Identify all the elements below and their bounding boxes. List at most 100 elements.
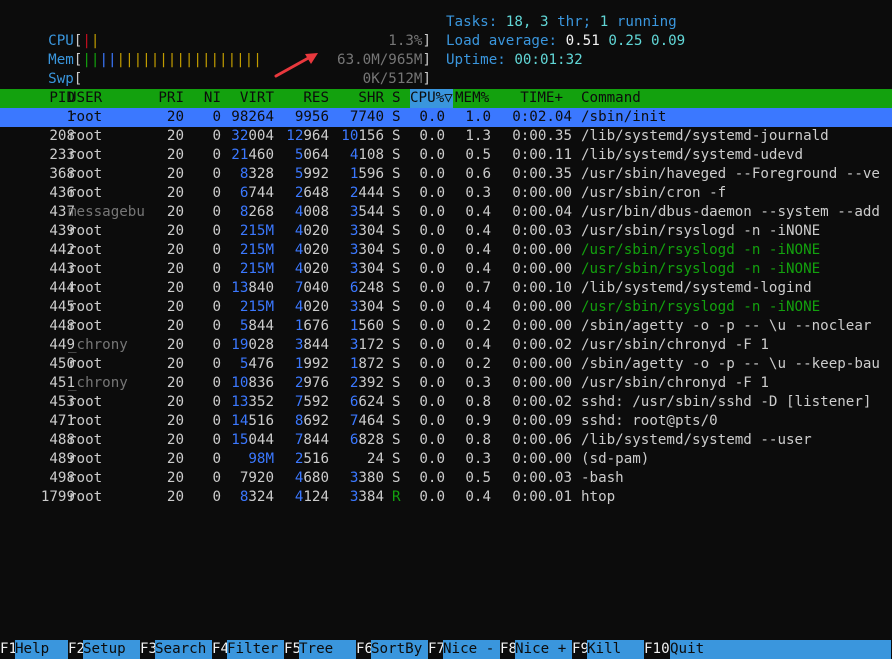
process-nice: 0 (212, 223, 221, 239)
column-shr[interactable]: SHR (358, 89, 384, 108)
process-res: 9956 (295, 108, 329, 127)
process-shr-units: 872 (358, 356, 384, 372)
process-virt-units: 004 (248, 128, 274, 144)
process-command: sshd: /usr/sbin/sshd -D [listener] (581, 394, 872, 410)
process-mem: 0.6 (465, 166, 491, 182)
function-key-label-f2[interactable]: Setup (83, 640, 140, 659)
process-virt-units: 476 (248, 356, 274, 372)
process-row[interactable]: 233 root 20 0 21460 5064 4108 S 0.0 0.5 0:00.11/li… (0, 146, 892, 165)
column-ni[interactable]: NI (204, 89, 221, 108)
column-user[interactable]: USER (68, 89, 102, 108)
process-mem: 0.3 (465, 451, 491, 467)
tasks-label: Tasks: (446, 14, 498, 30)
process-row[interactable]: 450 root 20 0 5476 1992 1872 S 0.0 0.2 0:00.00/sbi… (0, 355, 892, 374)
function-key-label-f9[interactable]: Kill (587, 640, 644, 659)
function-key-label-f1[interactable]: Help (15, 640, 68, 659)
process-shr: 6624 (350, 393, 384, 412)
process-nice: 0 (212, 147, 221, 163)
function-key-label-f4[interactable]: Filter (227, 640, 284, 659)
process-res-units: 844 (303, 432, 329, 448)
load-average-label: Load average: (446, 33, 558, 49)
process-nice: 0 (212, 280, 221, 296)
process-state: S (392, 413, 401, 429)
process-mem: 0.8 (465, 394, 491, 410)
column-cpu-sorted[interactable]: CPU%▽ (410, 89, 453, 108)
process-row[interactable]: 498 root 20 0 7920 4680 3380 S 0.0 0.5 0:00.03 -bas… (0, 469, 892, 488)
process-virt: 19028 (231, 336, 274, 355)
column-virt[interactable]: VIRT (240, 89, 274, 108)
process-mem: 1.3 (465, 128, 491, 144)
process-virt: 14516 (231, 412, 274, 431)
column-time[interactable]: TIME+ (520, 89, 563, 108)
process-command: /usr/sbin/rsyslogd -n -iNONE (581, 299, 821, 315)
process-nice: 0 (212, 109, 221, 125)
process-row-selected[interactable]: 1 root 20 0 98264 9956 7740 S 0.0 1.0 0:02.04/sbin… (0, 108, 892, 127)
process-state: S (392, 128, 401, 144)
function-key-label-f3[interactable]: Search (155, 640, 212, 659)
process-res-units: 020 (303, 242, 329, 258)
column-res[interactable]: RES (303, 89, 329, 108)
function-key-label-f5[interactable]: Tree (299, 640, 356, 659)
process-time: 0:00.09 (512, 413, 572, 429)
process-command: /lib/systemd/systemd-logind (581, 280, 812, 296)
load-15min: 0.09 (651, 33, 686, 49)
process-row[interactable]: 451 _chrony 20 0 10836 2976 2392 S 0.0 0.3 0:00.00… (0, 374, 892, 393)
process-shr-units: 304 (358, 223, 384, 239)
process-time: 0:00.04 (512, 204, 572, 220)
process-mem: 0.4 (465, 489, 491, 505)
column-pri[interactable]: PRI (158, 89, 184, 108)
process-res: 7844 (295, 431, 329, 450)
process-user: root (68, 223, 103, 239)
function-key-label-f10[interactable]: Quit (670, 640, 891, 659)
process-row[interactable]: 445 root 20 0 215M 4020 3304 S 0.0 0.4 0:00.00/usr… (0, 298, 892, 317)
process-res-units: 020 (303, 223, 329, 239)
process-row[interactable]: 471 root 20 0 14516 8692 7464 S 0.0 0.9 0:00.09 ssh… (0, 412, 892, 431)
process-row[interactable]: 444 root 20 0 13840 7040 6248 S 0.0 0.7 0:00.10/li… (0, 279, 892, 298)
process-res: 4020 (295, 222, 329, 241)
column-command[interactable]: Command (581, 89, 641, 108)
column-mem[interactable]: MEM% (455, 89, 489, 108)
process-row[interactable]: 1799 root 20 0 8324 4124 3384 R 0.0 0.4 0:00.01 hto… (0, 488, 892, 507)
column-state[interactable]: S (392, 89, 401, 108)
function-key-label-f8[interactable]: Nice + (515, 640, 572, 659)
process-row[interactable]: 448 root 20 0 5844 1676 1560 S 0.0 0.2 0:00.00/sbi… (0, 317, 892, 336)
process-res-units: 676 (303, 318, 329, 334)
function-key-label-f6[interactable]: SortBy (371, 640, 428, 659)
process-command: /lib/systemd/systemd --user (581, 432, 812, 448)
process-mem: 0.3 (465, 185, 491, 201)
process-shr-units: 596 (358, 166, 384, 182)
process-shr-units: 828 (358, 432, 384, 448)
process-priority: 20 (166, 261, 184, 277)
process-row[interactable]: 442 root 20 0 215M 4020 3304 S 0.0 0.4 0:00.00/usr… (0, 241, 892, 260)
process-res: 1992 (295, 355, 329, 374)
process-row[interactable]: 443 root 20 0 215M 4020 3304 S 0.0 0.4 0:00.00/usr… (0, 260, 892, 279)
process-time: 0:00.00 (512, 375, 572, 391)
process-row[interactable]: 436 root 20 0 6744 2648 2444 S 0.0 0.3 0:00.00/usr… (0, 184, 892, 203)
process-state: S (392, 147, 401, 163)
process-row[interactable]: 437 messagebu 20 0 8268 4008 3544 S 0.0 0.4 0:00.0… (0, 203, 892, 222)
process-priority: 20 (166, 242, 184, 258)
process-command: /sbin/init (581, 109, 667, 125)
running-label: running (616, 14, 677, 30)
process-row[interactable]: 449 _chrony 20 0 19028 3844 3172 S 0.0 0.4 0:00.02… (0, 336, 892, 355)
process-user: root (68, 242, 103, 258)
process-row[interactable]: 489 root 20 0 98M 2516 24 S 0.0 0.3 0:00.00 (sd-pam… (0, 450, 892, 469)
process-row[interactable]: 488 root 20 0 15044 7844 6828 S 0.0 0.8 0:00.06/li… (0, 431, 892, 450)
function-key-label-f7[interactable]: Nice - (443, 640, 500, 659)
function-key-f10[interactable]: F10 (644, 640, 670, 659)
process-res-units: 992 (303, 356, 329, 372)
process-priority: 20 (166, 451, 184, 467)
process-user: _chrony (68, 337, 128, 353)
process-mem: 0.4 (465, 204, 491, 220)
process-virt-thousands: 215M (239, 242, 274, 258)
process-mem: 0.4 (465, 242, 491, 258)
process-time: 0:00.06 (512, 432, 572, 448)
process-virt-units: 7920 (239, 470, 274, 486)
process-row[interactable]: 439 root 20 0 215M 4020 3304 S 0.0 0.4 0:00.03/usr… (0, 222, 892, 241)
process-mem: 0.4 (465, 337, 491, 353)
process-row[interactable]: 208 root 20 0 32004 12964 10156 S 0.0 1.3 0:00.35/… (0, 127, 892, 146)
process-row[interactable]: 368 root 20 0 8328 5992 1596 S 0.0 0.6 0:00.35/usr… (0, 165, 892, 184)
process-row[interactable]: 453 root 20 0 13352 7592 6624 S 0.0 0.8 0:00.02 ssh… (0, 393, 892, 412)
threads-count: 3 (539, 14, 549, 30)
process-nice: 0 (212, 375, 221, 391)
